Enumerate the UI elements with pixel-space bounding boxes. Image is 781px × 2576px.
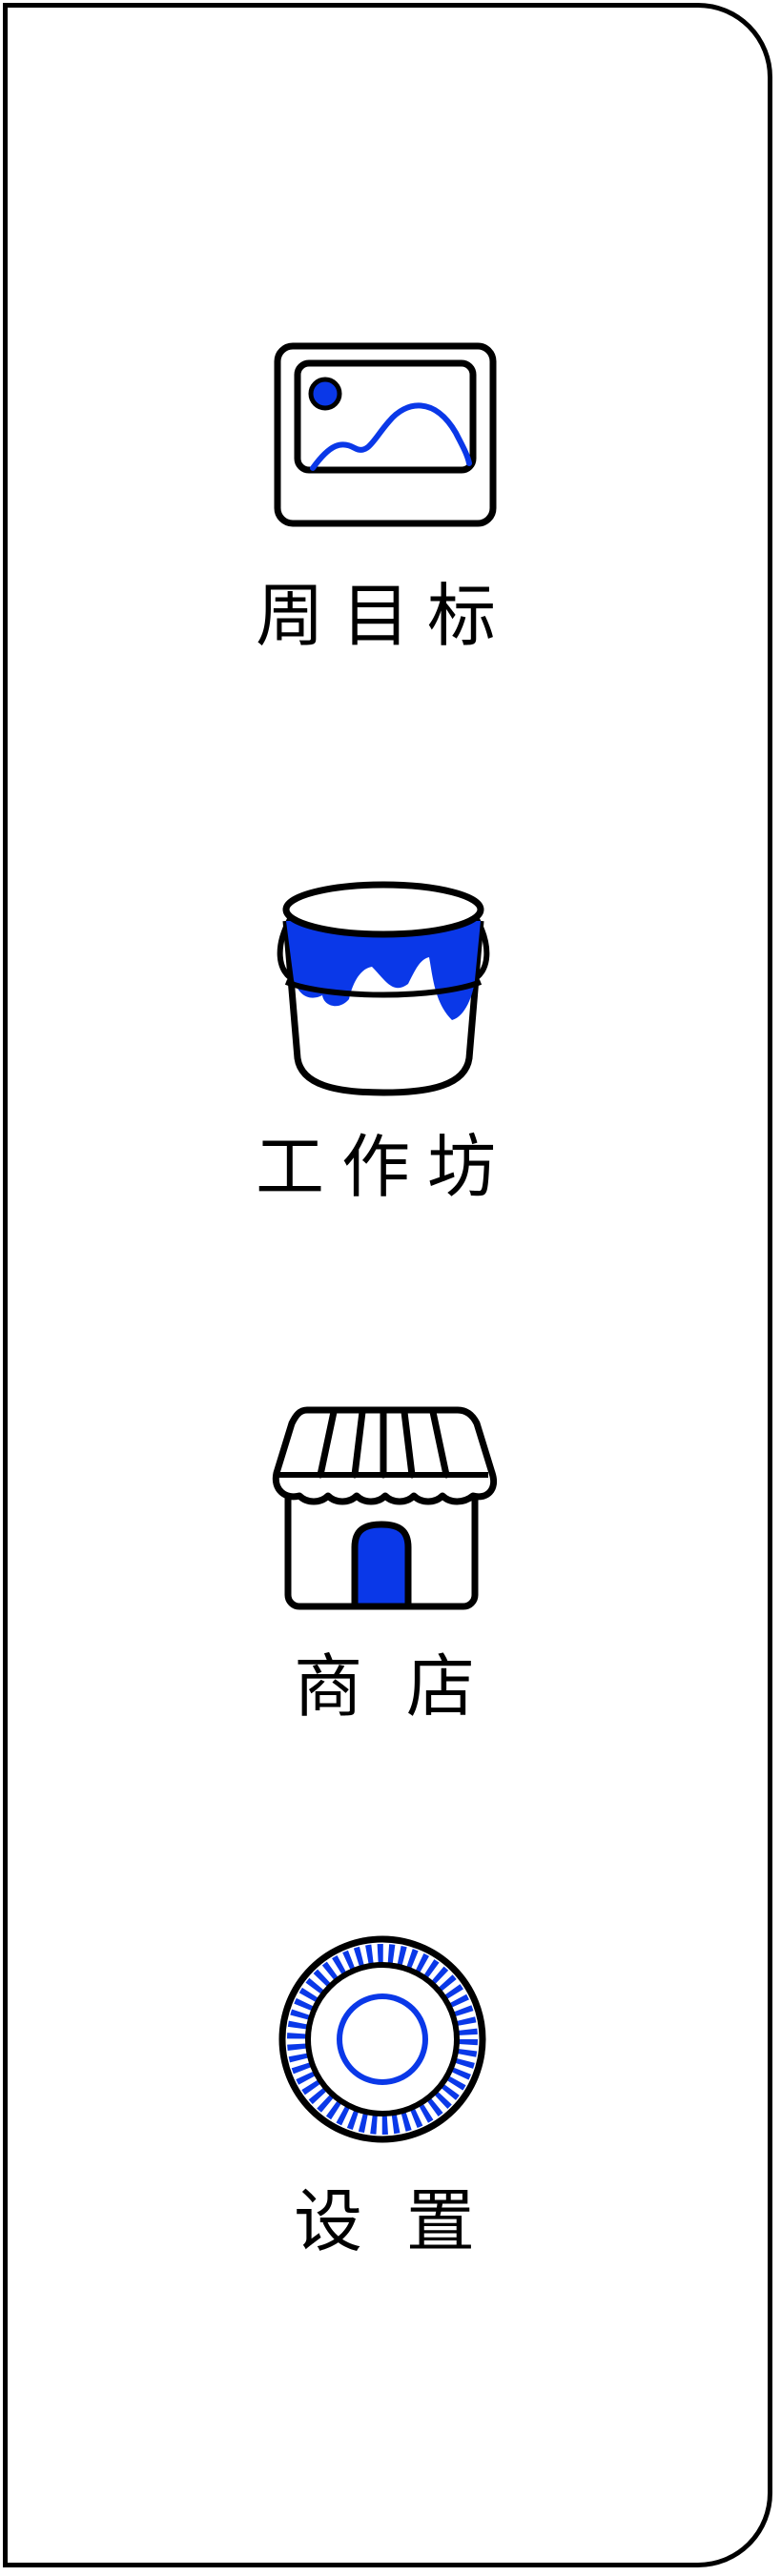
sidebar-item-shop[interactable]: 商 店	[8, 1404, 761, 1738]
settings-dial-icon	[278, 1935, 486, 2143]
sidebar-item-settings[interactable]: 设 置	[8, 1933, 761, 2267]
sidebar-item-label: 周目标	[255, 576, 513, 656]
sidebar-item-label: 商 店	[294, 1646, 475, 1727]
sidebar-item-workshop[interactable]: 工作坊	[8, 877, 761, 1211]
sidebar-item-weekly-goals[interactable]: 周目标	[8, 341, 761, 665]
storefront-icon	[272, 1406, 497, 1610]
sidebar-panel: 周目标 工作坊 商 店 设 置	[3, 3, 772, 2567]
sidebar-item-label: 工作坊	[255, 1127, 513, 1207]
picture-icon	[274, 342, 497, 527]
paint-bucket-icon	[277, 881, 490, 1096]
sidebar-item-label: 设 置	[294, 2181, 475, 2261]
